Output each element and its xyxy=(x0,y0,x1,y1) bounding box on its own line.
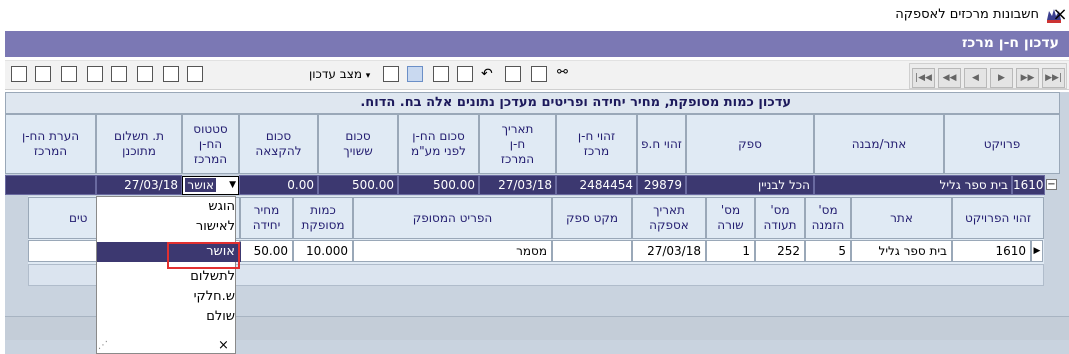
col-header-project[interactable]: פרויקט xyxy=(944,114,1060,174)
next-record-button[interactable]: ▶ xyxy=(990,68,1013,88)
new-document-icon[interactable] xyxy=(111,66,127,82)
detail-header-unit-price[interactable]: מחיר יחידה xyxy=(240,197,293,239)
cell-planned-payment[interactable]: 27/03/18 xyxy=(96,175,182,195)
status-option[interactable]: לאישור xyxy=(97,217,241,237)
status-select-value: אושר xyxy=(185,178,216,192)
close-button[interactable]: × xyxy=(1052,4,1068,25)
clipboard-icon[interactable] xyxy=(383,66,399,82)
edit-state-label: מצב עדכון xyxy=(309,67,362,81)
refresh-icon[interactable] xyxy=(531,66,547,82)
layout-icon[interactable] xyxy=(163,66,179,82)
col-header-center-id[interactable]: זהוי ח-ן מרכז xyxy=(556,114,637,174)
status-select[interactable]: אושר ▼ xyxy=(182,176,239,195)
highlight-box xyxy=(167,242,240,269)
cell-project[interactable]: 1610 xyxy=(1012,175,1045,195)
cell-project-name[interactable]: בית ספר גליל xyxy=(814,175,1012,195)
col-header-supplier[interactable]: ספק xyxy=(686,114,814,174)
title-bar: חשבונות מרכזים לאספקה × xyxy=(0,0,1069,31)
detail-cell-supplier-sku[interactable] xyxy=(552,240,632,262)
cell-center-id[interactable]: 2484454 xyxy=(556,175,637,195)
col-header-supplier-id[interactable]: זהוי ח.פ xyxy=(637,114,686,174)
cell-site[interactable]: הכל לבניין xyxy=(686,175,814,195)
col-header-status[interactable]: סטטוס הח-ן המרכז xyxy=(182,114,239,174)
binoculars-icon[interactable]: ⚯ xyxy=(557,65,568,80)
expand-row-toggle[interactable]: − xyxy=(1046,179,1057,190)
row-indicator-icon: ▶ xyxy=(1031,240,1043,262)
cell-center-note[interactable] xyxy=(5,175,96,195)
col-header-site[interactable]: אתר/מבנה xyxy=(814,114,944,174)
last-record-button[interactable]: ▶▶| xyxy=(1042,68,1065,88)
detail-header-site[interactable]: אתר xyxy=(851,197,952,239)
prev-page-button[interactable]: ◀◀ xyxy=(938,68,961,88)
prev-record-button[interactable]: ◀ xyxy=(964,68,987,88)
status-option[interactable]: שולם xyxy=(97,307,241,327)
close-icon[interactable]: × xyxy=(218,338,229,353)
detail-cell-item[interactable]: מסמר xyxy=(353,240,552,262)
cell-amount-before-vat[interactable]: 500.00 xyxy=(398,175,479,195)
detail-cell-qty[interactable]: 10.000 xyxy=(293,240,353,262)
cell-amount-assigned[interactable]: 500.00 xyxy=(318,175,398,195)
detail-header-item[interactable]: הפריט המסופק xyxy=(353,197,552,239)
window-title: חשבונות מרכזים לאספקה xyxy=(895,7,1039,22)
detail-header-supplier-sku[interactable]: מקט ספק xyxy=(552,197,632,239)
col-header-amount-assigned[interactable]: סכום ששויך xyxy=(318,114,398,174)
select-icon[interactable] xyxy=(407,66,423,82)
cell-amount-to-allocate[interactable]: 0.00 xyxy=(239,175,318,195)
chevron-down-icon: ▾ xyxy=(365,71,371,81)
grid-icon[interactable] xyxy=(187,66,203,82)
next-page-button[interactable]: ▶▶ xyxy=(1016,68,1039,88)
report-icon[interactable] xyxy=(61,66,77,82)
next-doc-icon[interactable] xyxy=(433,66,449,82)
detail-cell-order-no[interactable]: 5 xyxy=(805,240,851,262)
list-icon[interactable] xyxy=(137,66,153,82)
detail-cell-line-no[interactable]: 1 xyxy=(706,240,755,262)
status-option[interactable]: הוגש xyxy=(97,197,241,217)
cell-supplier-id[interactable]: 29879 xyxy=(637,175,686,195)
record-navigator: |◀◀ ◀◀ ◀ ▶ ▶▶ ▶▶| xyxy=(909,63,1067,89)
status-option[interactable]: לתשלום xyxy=(97,267,241,287)
detail-cell-supply-date[interactable]: 27/03/18 xyxy=(632,240,706,262)
status-option[interactable]: ש.חלקי xyxy=(97,287,241,307)
resize-grip-icon[interactable]: ⋰ xyxy=(98,340,112,352)
detail-header-qty[interactable]: כמות מסופקת xyxy=(293,197,353,239)
print-preview-icon[interactable] xyxy=(35,66,51,82)
form-header-band: עדכון ח-ן מרכז xyxy=(5,31,1069,57)
print-icon[interactable] xyxy=(11,66,27,82)
detail-cell-project-id[interactable]: 1610 xyxy=(952,240,1031,262)
export-icon[interactable] xyxy=(87,66,103,82)
form-title: עדכון ח-ן מרכז xyxy=(961,35,1059,51)
detail-cell-unit-price[interactable]: 50.00 xyxy=(240,240,293,262)
info-banner: עדכון כמות מסופקת, מחיר יחידה ופריטים מע… xyxy=(5,92,1060,114)
save-icon[interactable] xyxy=(457,66,473,82)
edit-icon[interactable] xyxy=(505,66,521,82)
edit-state-dropdown[interactable]: מצב עדכון ▾ xyxy=(309,67,370,81)
col-header-center-date[interactable]: תאריך ח-ן המרכז xyxy=(479,114,556,174)
toolbar: מצב עדכון ▾ ↶ ⚯ |◀◀ ◀◀ ◀ ▶ ▶▶ ▶▶| xyxy=(5,60,1069,90)
col-header-center-note[interactable]: הערת הח-ן המרכז xyxy=(5,114,96,174)
detail-cell-cert-no[interactable]: 252 xyxy=(755,240,805,262)
cell-center-date[interactable]: 27/03/18 xyxy=(479,175,556,195)
first-record-button[interactable]: |◀◀ xyxy=(912,68,935,88)
undo-icon[interactable]: ↶ xyxy=(481,66,493,82)
col-header-amount-to-allocate[interactable]: סכום להקצאה xyxy=(239,114,318,174)
detail-header-order-no[interactable]: מס' הזמנה xyxy=(805,197,851,239)
detail-header-line-no[interactable]: מס' שורה xyxy=(706,197,755,239)
detail-header-cert-no[interactable]: מס' תעודה xyxy=(755,197,805,239)
info-banner-text: עדכון כמות מסופקת, מחיר יחידה ופריטים מע… xyxy=(360,95,791,110)
status-dropdown-list: הוגש לאישור אושר לתשלום ש.חלקי שולם xyxy=(96,196,241,354)
chevron-down-icon[interactable]: ▼ xyxy=(229,180,236,190)
detail-header-supply-date[interactable]: תאריך אספקה xyxy=(632,197,706,239)
detail-cell-site[interactable]: בית ספר גליל xyxy=(851,240,952,262)
detail-header-project-id[interactable]: זהוי הפרויקט xyxy=(952,197,1044,239)
col-header-planned-payment[interactable]: ת. תשלום מתוכנן xyxy=(96,114,182,174)
col-header-amount-before-vat[interactable]: סכום הח-ן לפני מע"מ xyxy=(398,114,479,174)
